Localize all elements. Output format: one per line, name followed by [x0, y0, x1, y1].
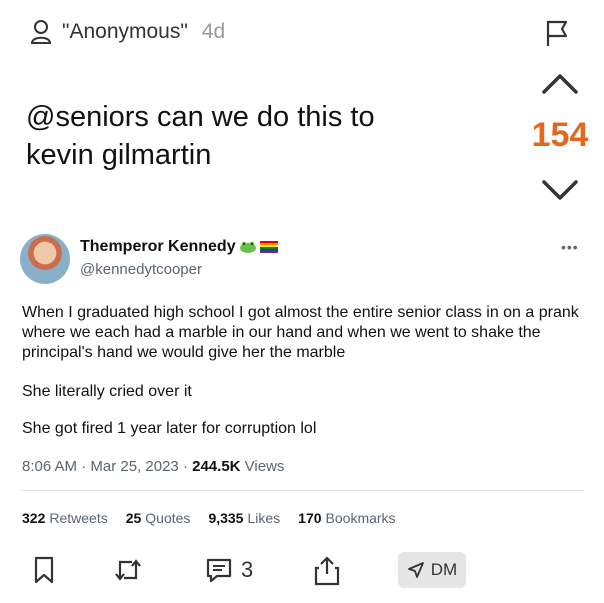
post-author: "Anonymous" — [62, 20, 188, 43]
tweet-views-label: Views — [244, 458, 285, 475]
tweet-display-name: Themperor Kennedy — [80, 238, 278, 256]
bookmarks-stat: 170 Bookmarks — [298, 510, 396, 526]
vote-column: 154 — [520, 64, 600, 214]
post-age: 4d — [201, 20, 226, 43]
tweet-time: 8:06 AM — [22, 458, 78, 475]
retweets-stat: 322 Retweets — [22, 510, 108, 526]
tweet-meta: 8:06 AM · Mar 25, 2023 · 244.5K Views — [22, 458, 285, 475]
downvote-chevron-icon[interactable] — [540, 174, 580, 204]
post-text-line: kevin gilmartin — [26, 139, 212, 171]
tweet-date: Mar 25, 2023 — [90, 458, 179, 475]
comment-button[interactable]: 3 — [205, 556, 253, 584]
tweet-screenshot: Themperor Kennedy @kennedytcooper ••• Wh… — [0, 225, 604, 535]
comment-icon — [206, 558, 232, 583]
frog-emoji-icon — [239, 241, 256, 253]
tweet-body: When I graduated high school I got almos… — [22, 303, 592, 363]
rainbow-flag-icon — [259, 241, 278, 253]
repost-icon[interactable] — [112, 556, 144, 584]
post-header: "Anonymous" 4d — [30, 17, 225, 47]
avatar — [20, 234, 70, 284]
flag-icon[interactable] — [542, 18, 572, 48]
bookmark-icon[interactable] — [33, 556, 55, 584]
tweet-paragraph: When I graduated high school I got almos… — [22, 304, 579, 361]
tweet-views-count: 244.5K — [192, 458, 241, 475]
share-icon[interactable] — [314, 556, 340, 586]
post-text-line: @seniors can we do this to — [26, 101, 375, 133]
vote-count: 154 — [531, 116, 589, 154]
post-actions-bar: 3 DM — [0, 548, 604, 592]
upvote-chevron-icon[interactable] — [540, 68, 580, 98]
likes-stat: 9,335 Likes — [208, 510, 281, 526]
send-icon — [407, 562, 424, 578]
post-text: @seniors can we do this to kevin gilmart… — [26, 98, 496, 174]
tweet-paragraph: She got fired 1 year later for corruptio… — [22, 420, 317, 437]
quotes-stat: 25 Quotes — [125, 510, 191, 526]
tweet-paragraph: She literally cried over it — [22, 383, 192, 400]
dm-button[interactable]: DM — [398, 552, 466, 588]
tweet-handle: @kennedytcooper — [80, 261, 202, 278]
more-options-icon: ••• — [561, 239, 579, 255]
comment-count: 3 — [241, 557, 254, 582]
tweet-display-name-text: Themperor Kennedy — [80, 238, 236, 255]
dm-label: DM — [430, 560, 458, 579]
user-icon — [30, 20, 52, 44]
divider — [20, 490, 584, 491]
tweet-stats: 322 Retweets 25 Quotes 9,335 Likes 170 Bookm… — [22, 510, 396, 526]
